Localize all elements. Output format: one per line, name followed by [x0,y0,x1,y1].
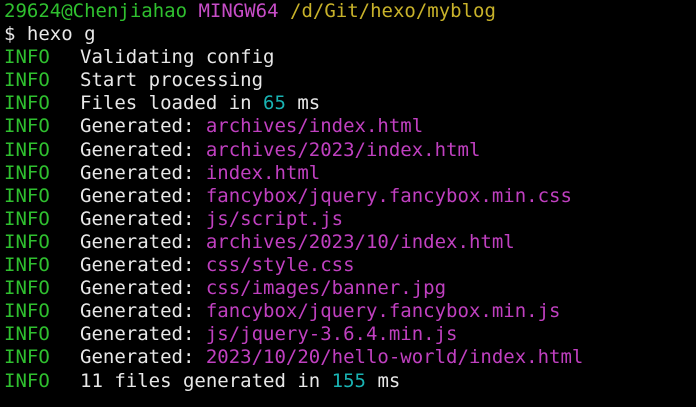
generated-file-path: fancybox/jquery.fancybox.min.js [205,300,561,323]
log-level: INFO [4,46,50,69]
log-level: INFO [4,254,50,277]
log-line: INFO Generated: fancybox/jquery.fancybox.… [4,300,696,323]
generated-file-path: fancybox/jquery.fancybox.min.css [205,184,572,207]
log-line: INFO Validating config [4,46,696,69]
log-line: INFO Generated: archives/2023/10/index.ht… [4,231,696,254]
log-level: INFO [4,369,50,392]
log-message: Generated: [80,161,206,184]
log-message: Generated: [80,184,206,207]
log-line: INFO Generated: archives/2023/index.html [4,139,696,162]
log-output: INFO Validating config INFO Start processin… [4,46,696,392]
log-line: INFO Files loaded in 65 ms [4,92,696,115]
log-line: INFO Generated: fancybox/jquery.fancybox.… [4,185,696,208]
log-level: INFO [4,92,50,115]
log-message: Generated: [80,346,206,369]
log-level: INFO [4,346,50,369]
prompt-cwd: /d/Git/hexo/myblog [290,0,496,22]
duration-unit: ms [285,92,321,115]
log-message: Generated: [80,300,206,323]
log-level: INFO [4,138,50,161]
generated-file-path: js/jquery-3.6.4.min.js [205,323,458,346]
log-level: INFO [4,184,50,207]
log-level: INFO [4,207,50,230]
prompt-line: 29624@Chenjiahao MINGW64 /d/Git/hexo/myb… [4,0,696,23]
log-message: Generated: [80,115,206,138]
duration-value: 155 [331,369,366,392]
generated-file-path: 2023/10/20/hello-world/index.html [205,346,584,369]
generated-file-path: archives/2023/10/index.html [205,230,515,253]
command-line: $ hexo g [4,23,696,46]
log-line: INFO Generated: js/jquery-3.6.4.min.js [4,323,696,346]
log-level: INFO [4,69,50,92]
log-line: INFO Generated: css/images/banner.jpg [4,277,696,300]
log-message: Validating config [80,46,275,69]
log-message: Generated: [80,254,206,277]
command-text: hexo g [26,23,96,46]
log-message: Generated: [80,138,206,161]
prompt-user-host: 29624@Chenjiahao [4,0,188,22]
log-level: INFO [4,277,50,300]
log-level: INFO [4,115,50,138]
log-message: Start processing [80,69,264,92]
log-message: Generated: [80,323,206,346]
duration-unit: ms [366,369,401,392]
log-message: Generated: [80,277,206,300]
generated-file-path: index.html [205,161,321,184]
log-line: INFO Start processing [4,69,696,92]
log-level: INFO [4,323,50,346]
log-line: INFO Generated: 2023/10/20/hello-world/in… [4,346,696,369]
log-line: INFO Generated: index.html [4,162,696,185]
log-level: INFO [4,230,50,253]
prompt-system: MINGW64 [198,0,279,22]
duration-value: 65 [263,92,286,115]
generated-file-path: css/images/banner.jpg [205,277,447,300]
generated-file-path: archives/2023/index.html [205,138,481,161]
log-message: Files loaded in [80,92,264,115]
log-line: INFO Generated: css/style.css [4,254,696,277]
generated-file-path: js/script.js [205,207,344,230]
log-level: INFO [4,161,50,184]
log-level: INFO [4,300,50,323]
generated-file-path: css/style.css [205,254,355,277]
generated-file-path: archives/index.html [205,115,424,138]
log-message: 11 files generated in [80,369,332,392]
log-line: INFO 11 files generated in 155 ms [4,370,696,393]
log-line: INFO Generated: archives/index.html [4,115,696,138]
log-message: Generated: [80,230,206,253]
log-message: Generated: [80,207,206,230]
prompt-symbol: $ [4,23,16,46]
log-line: INFO Generated: js/script.js [4,208,696,231]
terminal-window[interactable]: 29624@Chenjiahao MINGW64 /d/Git/hexo/myb… [0,0,696,407]
